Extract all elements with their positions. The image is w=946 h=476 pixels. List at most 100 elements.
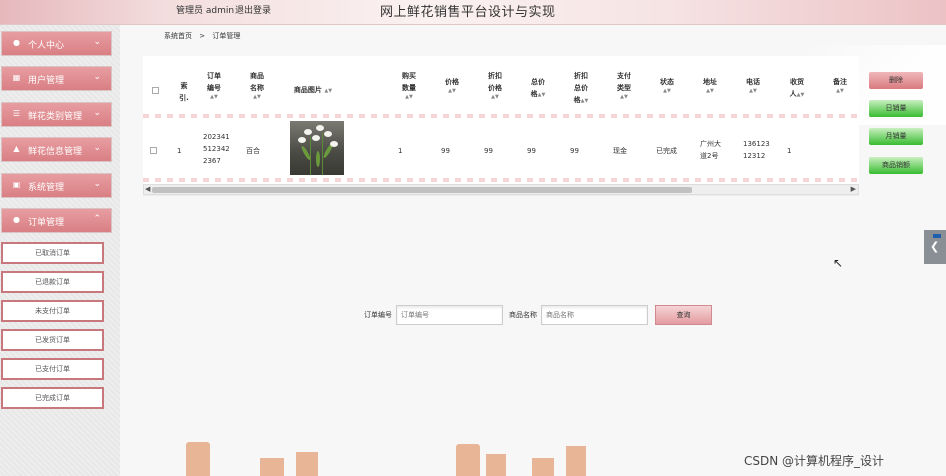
daily-sales-button[interactable]: 日销量 [869, 100, 923, 117]
cell-text: 12312 [743, 152, 766, 160]
product-name-label: 商品名称 [509, 311, 537, 319]
col-header-remark[interactable]: 备注 ▲▼ [829, 76, 851, 95]
cell-text: 道2号 [700, 152, 719, 160]
sidebar-sub-cancelled[interactable]: 已取消订单 [1, 242, 104, 264]
sidebar-menu-personal[interactable]: ● 个人中心 ⌄ [1, 31, 112, 56]
skyline-building [532, 458, 554, 476]
col-header-discount-total[interactable]: 折扣 总价 格▲▼ [570, 70, 592, 107]
chevron-down-icon: ⌄ [93, 37, 101, 47]
cell-receiver: 1 [787, 147, 792, 155]
header-text: 地址 [703, 78, 717, 86]
sort-icon: ▲▼ [836, 88, 844, 94]
user-icon: ● [13, 38, 20, 47]
page-title: 网上鲜花销售平台设计与实现 [380, 5, 556, 20]
order-no-label: 订单编号 [364, 311, 392, 319]
sidebar-menu-orders[interactable]: ● 订单管理 ⌃ [1, 208, 112, 233]
order-no-input[interactable] [396, 305, 503, 325]
search-button[interactable]: 查询 [655, 305, 712, 325]
header-text: 状态 [660, 78, 674, 86]
scroll-right-icon[interactable]: ▶ [851, 185, 856, 193]
csdn-watermark: CSDN @计算机程序_设计 [744, 454, 885, 468]
sort-icon: ▲▼ [706, 88, 714, 94]
cell-discount-total: 99 [570, 147, 579, 155]
product-sales-button[interactable]: 商品销额 [869, 157, 923, 174]
sort-icon: ▲▼ [663, 88, 671, 94]
chevron-down-icon: ⌄ [93, 72, 101, 82]
skyline-building [296, 452, 318, 476]
scrollbar-thumb[interactable] [152, 187, 692, 193]
leaf-shape [316, 151, 320, 167]
col-header-phone[interactable]: 电话 ▲▼ [742, 76, 764, 95]
sidebar-menu-flower-info[interactable]: ▲ 鲜花信息管理 ⌄ [1, 137, 112, 162]
header-text: 收货 [790, 78, 804, 86]
sidebar-sub-shipped[interactable]: 已发货订单 [1, 329, 104, 351]
col-header-index[interactable]: 索 引. [176, 80, 192, 104]
header-text: 折扣 [574, 72, 588, 80]
col-header-product-name[interactable]: 商品 名称 ▲▼ [246, 70, 268, 101]
sort-icon: ▲▼ [253, 94, 261, 100]
header-text: 格 [530, 90, 538, 98]
user-icon: ● [13, 215, 20, 224]
cell-text: 512342 [203, 145, 230, 153]
skyline-building [456, 444, 480, 476]
sidebar-sub-refunded[interactable]: 已退款订单 [1, 271, 104, 293]
top-header: 管理员 admin 退出登录 网上鲜花销售平台设计与实现 [0, 0, 946, 25]
sort-icon: ▲▼ [620, 94, 628, 100]
list-icon: ☰ [12, 109, 21, 118]
sidebar-sub-paid[interactable]: 已支付订单 [1, 358, 104, 380]
select-all-checkbox[interactable] [152, 87, 159, 94]
header-text: 总价 [574, 84, 588, 92]
col-header-price[interactable]: 价格 ▲▼ [441, 76, 463, 95]
scroll-left-icon[interactable]: ◀ [145, 185, 150, 193]
petal-shape [316, 125, 324, 131]
product-name-input[interactable] [541, 305, 648, 325]
right-side-tab[interactable]: ❮ [924, 230, 946, 264]
cell-text: 202341 [203, 133, 230, 141]
cell-qty: 1 [398, 147, 403, 155]
col-header-receiver[interactable]: 收货 人▲▼ [786, 76, 808, 101]
col-header-pay-type[interactable]: 支付 类型 ▲▼ [613, 70, 635, 101]
col-header-address[interactable]: 地址 ▲▼ [699, 76, 721, 95]
col-header-total[interactable]: 总价 格▲▼ [527, 76, 549, 101]
admin-user-label: 管理员 admin [176, 6, 235, 16]
petal-shape [330, 141, 338, 147]
sidebar-sub-unpaid[interactable]: 未支付订单 [1, 300, 104, 322]
header-text: 电话 [746, 78, 760, 86]
sidebar-menu-system[interactable]: ▣ 系统管理 ⌄ [1, 173, 112, 198]
row-divider [143, 178, 859, 182]
menu-label: 订单管理 [28, 218, 65, 228]
col-header-qty[interactable]: 购买 数量 ▲▼ [398, 70, 420, 101]
skyline-building [186, 442, 210, 476]
sidebar-sub-completed[interactable]: 已完成订单 [1, 387, 104, 409]
header-text: 引. [179, 94, 189, 102]
chevron-down-icon: ⌄ [93, 143, 101, 153]
breadcrumb-home[interactable]: 系统首页 [164, 32, 192, 40]
col-header-discount-price[interactable]: 折扣 价格 ▲▼ [484, 70, 506, 101]
horizontal-scrollbar[interactable]: ◀ ▶ [143, 184, 859, 195]
chevron-down-icon: ⌄ [93, 179, 101, 189]
sort-icon: ▲▼ [491, 94, 499, 100]
monthly-sales-button[interactable]: 月销量 [869, 128, 923, 145]
chevron-left-icon: ❮ [930, 240, 940, 253]
logout-link[interactable]: 退出登录 [235, 3, 271, 16]
menu-label: 用户管理 [28, 76, 65, 86]
cell-product-name: 百合 [246, 147, 260, 155]
chevron-up-icon: ⌃ [93, 214, 101, 224]
delete-button[interactable]: 删除 [869, 72, 923, 89]
menu-label: 系统管理 [28, 183, 65, 193]
header-text: 价格 [445, 78, 459, 86]
sidebar-menu-flower-category[interactable]: ☰ 鲜花类别管理 ⌄ [1, 102, 112, 127]
header-text: 人 [789, 90, 797, 98]
petal-shape [324, 131, 332, 137]
cell-price: 99 [441, 147, 450, 155]
row-checkbox[interactable] [150, 147, 157, 154]
sidebar-menu-users[interactable]: ▦ 用户管理 ⌄ [1, 66, 112, 91]
header-text: 订单 [207, 72, 221, 80]
product-image[interactable] [290, 121, 344, 175]
sort-icon: ▲▼ [537, 92, 546, 98]
col-header-image[interactable]: 商品图片 ▲▼ [290, 84, 336, 97]
car-icon: ▲ [13, 144, 20, 153]
header-text: 类型 [617, 84, 631, 92]
col-header-order-no[interactable]: 订单 编号 ▲▼ [203, 70, 225, 101]
col-header-status[interactable]: 状态 ▲▼ [656, 76, 678, 95]
